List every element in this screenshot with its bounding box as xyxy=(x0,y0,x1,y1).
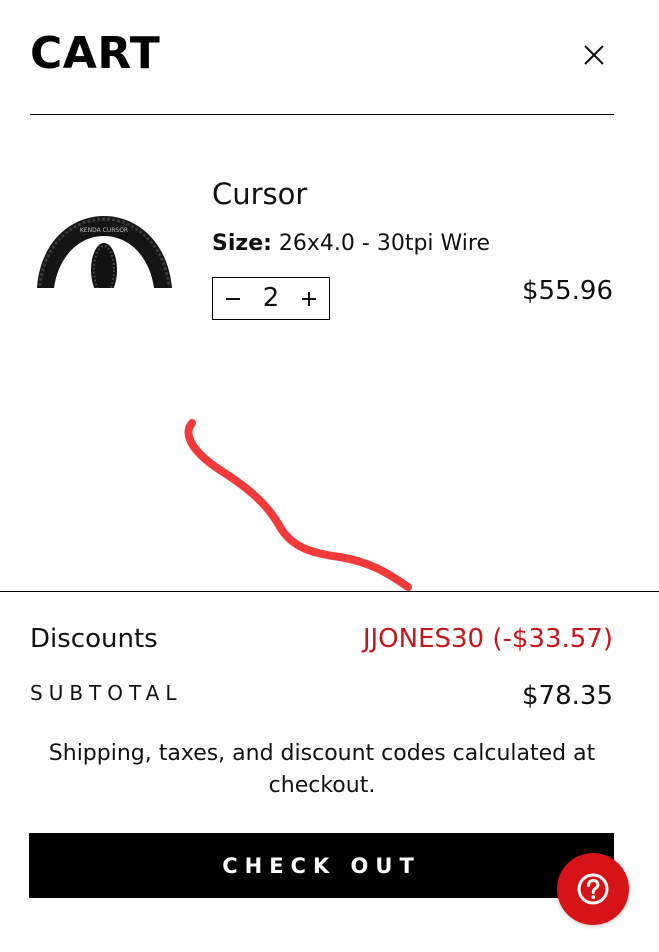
checkout-label: CHECK OUT xyxy=(222,853,421,878)
increase-quantity-button[interactable] xyxy=(289,278,329,319)
size-label: Size: xyxy=(212,231,272,256)
discounts-label: Discounts xyxy=(30,624,158,654)
subtotal-label: SUBTOTAL xyxy=(30,681,183,705)
help-icon xyxy=(577,873,609,905)
cart-title: CART xyxy=(30,28,161,79)
product-image[interactable]: KENDA CURSOR xyxy=(30,188,180,300)
size-value: 26x4.0 - 30tpi Wire xyxy=(278,231,491,256)
subtotal-value: $78.35 xyxy=(522,681,613,711)
quantity-stepper[interactable]: 2 xyxy=(212,277,330,320)
summary-divider xyxy=(0,591,659,592)
decrease-quantity-button[interactable] xyxy=(213,278,253,319)
checkout-button[interactable]: CHECK OUT xyxy=(29,833,614,898)
scribble-annotation xyxy=(184,419,412,591)
close-icon xyxy=(584,45,604,65)
plus-icon xyxy=(302,291,316,306)
quantity-value[interactable]: 2 xyxy=(253,278,289,319)
header-divider xyxy=(30,114,614,115)
close-button[interactable] xyxy=(573,34,615,76)
discounts-value: JJONES30 (-$33.57) xyxy=(362,624,613,654)
line-item-price: $55.96 xyxy=(522,276,613,306)
product-name[interactable]: Cursor xyxy=(212,172,307,216)
product-variant: Size: 26x4.0 - 30tpi Wire xyxy=(212,228,490,260)
minus-icon xyxy=(226,297,240,300)
help-button[interactable] xyxy=(557,853,629,925)
tire-brand-text: KENDA CURSOR xyxy=(80,227,128,234)
shipping-note: Shipping, taxes, and discount codes calc… xyxy=(48,741,596,798)
tire-image: KENDA CURSOR xyxy=(30,216,180,300)
